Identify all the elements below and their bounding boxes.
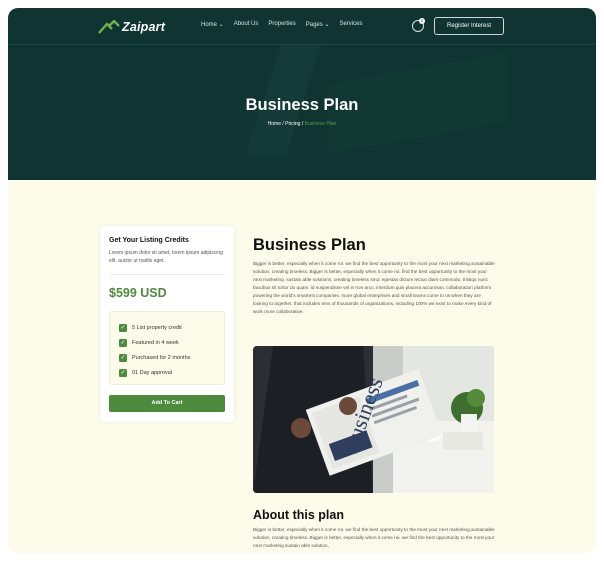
hero-banner: Zaipart Home ⌄ About Us Properties Pages…	[8, 8, 596, 180]
nav-item-home[interactable]: Home ⌄	[201, 21, 224, 28]
feature-item: ✓ 5 List property credit	[119, 324, 182, 332]
section-title: Business Plan	[253, 236, 366, 254]
about-plan-paragraph: Bigger is better, especially when it com…	[253, 527, 495, 548]
photo-illustration: Business	[253, 346, 494, 493]
checkmark-icon: ✓	[119, 324, 127, 332]
feature-label: 5 List property credit	[132, 325, 182, 331]
logo-text: Zaipart	[122, 20, 166, 34]
checkmark-icon: ✓	[119, 354, 127, 362]
card-divider	[109, 274, 225, 275]
feature-list: ✓ 5 List property credit ✓ Featured in 4…	[109, 311, 225, 385]
top-navigation-bar: Zaipart Home ⌄ About Us Properties Pages…	[8, 8, 596, 45]
business-newspaper-photo: Business	[253, 346, 494, 493]
card-title: Get Your Listing Credits	[109, 237, 189, 244]
checkmark-icon: ✓	[119, 369, 127, 377]
plan-price: $599 USD	[109, 286, 167, 300]
card-description: Lorem ipsum dolor sit amet, lorem ipsum …	[109, 250, 223, 264]
cart-count-badge: 0	[419, 18, 425, 24]
register-interest-button[interactable]: Register Interest	[434, 17, 504, 35]
listing-credits-card: Get Your Listing Credits Lorem ipsum dol…	[100, 226, 234, 422]
breadcrumb-pricing[interactable]: Pricing	[285, 121, 300, 127]
add-to-cart-button[interactable]: Add To Cart	[109, 395, 225, 412]
feature-label: Purchased for 2 months	[132, 355, 191, 361]
page-title: Business Plan	[245, 96, 359, 114]
breadcrumb: Home / Pricing / Business Plan	[8, 121, 596, 127]
feature-item: ✓ Purchased for 2 months	[119, 354, 190, 362]
breadcrumb-current: Business Plan	[304, 121, 337, 127]
checkmark-icon: ✓	[119, 339, 127, 347]
feature-label: Featured in 4 week	[132, 340, 179, 346]
main-nav: Home ⌄ About Us Properties Pages ⌄ Servi…	[201, 21, 362, 28]
logo[interactable]: Zaipart	[98, 18, 165, 36]
feature-item: ✓ Featured in 4 week	[119, 339, 179, 347]
section-paragraph: Bigger is better, especially when it com…	[253, 261, 495, 314]
nav-item-services[interactable]: Services	[339, 21, 362, 28]
nav-item-properties[interactable]: Properties	[268, 21, 295, 28]
feature-label: 01 Day approval	[132, 370, 173, 376]
feature-item: ✓ 01 Day approval	[119, 369, 172, 377]
about-plan-title: About this plan	[253, 508, 344, 522]
page-frame: Zaipart Home ⌄ About Us Properties Pages…	[8, 8, 596, 553]
nav-item-pages[interactable]: Pages ⌄	[306, 21, 330, 28]
breadcrumb-home[interactable]: Home	[268, 121, 281, 127]
nav-item-about-us[interactable]: About Us	[234, 21, 259, 28]
house-logo-icon	[98, 20, 120, 34]
